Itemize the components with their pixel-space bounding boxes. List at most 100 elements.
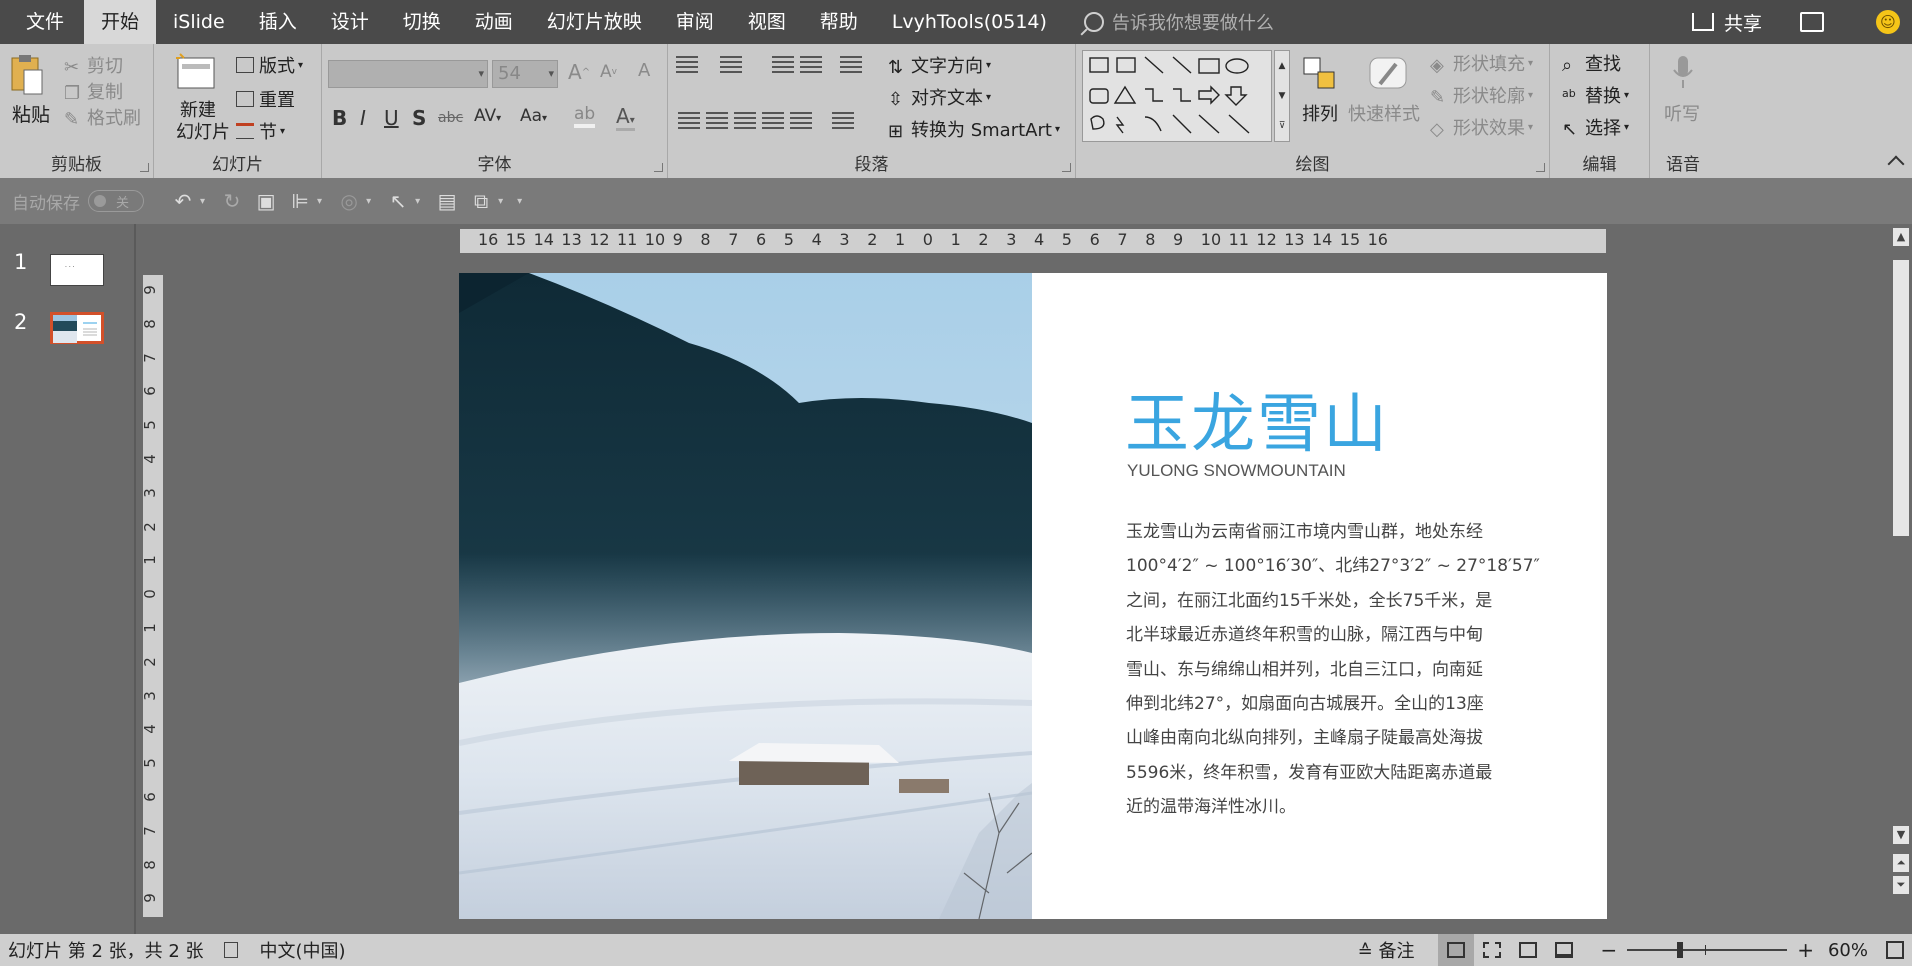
section-button[interactable]: 节 ▾ [236,118,285,144]
decrease-indent-icon[interactable] [772,56,794,74]
line-spacing-icon[interactable] [840,56,862,74]
collapse-ribbon-icon[interactable] [1887,155,1905,173]
strikethrough-button[interactable]: abc [438,110,463,126]
group-dropdown-icon[interactable]: ▾ [498,196,503,207]
arrange-button[interactable]: 排列 [1302,100,1338,126]
shadow-button[interactable]: S [412,106,426,130]
scroll-up-icon[interactable]: ▲ [1893,228,1909,246]
language-status[interactable]: 中文(中国) [260,937,346,963]
tab-4[interactable]: 设计 [314,0,386,44]
distributed-icon[interactable] [790,112,812,130]
paste-icon[interactable] [10,54,44,96]
reading-view-button[interactable] [1510,934,1546,966]
tab-5[interactable]: 切换 [386,0,458,44]
underline-button[interactable]: U [384,106,399,130]
normal-view-button[interactable] [1438,934,1475,966]
shape-effects-button[interactable]: ◇ 形状效果 ▾ [1430,114,1533,140]
vertical-scrollbar[interactable]: ▲ ▼ ⏶ ⏷ [1890,224,1912,934]
cut-button[interactable]: ✂ 剪切 [64,52,123,78]
text-direction-button[interactable]: ⇅ 文字方向 ▾ [888,52,991,78]
select-pointer-icon[interactable]: ↖ [387,190,409,212]
font-color-icon[interactable]: A▾ [616,104,635,131]
zoom-slider[interactable] [1627,942,1788,958]
comments-icon[interactable] [1800,12,1824,32]
shapes-gallery[interactable] [1082,50,1272,142]
tab-7[interactable]: 幻灯片放映 [530,0,659,44]
layout-button[interactable]: 版式 ▾ [236,52,303,78]
slide-thumbnail-1[interactable]: · · · [50,254,104,286]
zoom-in-icon[interactable]: + [1797,938,1814,962]
bullets-icon[interactable] [676,56,698,74]
slide-title[interactable]: 玉龙雪山 [1125,373,1389,465]
align-dropdown-icon[interactable]: ▾ [317,196,322,207]
slide-sorter-button[interactable] [1474,934,1510,966]
share-button[interactable]: 共享 [1691,9,1762,36]
slide-body-text[interactable]: 玉龙雪山为云南省丽江市境内雪山群，地处东经 100°4′2″ ~ 100°16′3… [1126,515,1542,825]
feedback-smiley-icon[interactable]: ☺ [1876,10,1900,34]
align-objects-icon[interactable]: ⊫ [289,190,311,212]
undo-dropdown-icon[interactable]: ▾ [200,196,205,207]
copy-button[interactable]: ❐ 复制 [64,78,123,104]
tab-10[interactable]: 帮助 [803,0,875,44]
tab-0[interactable]: 文件 [6,0,84,44]
microphone-icon[interactable] [1670,54,1696,90]
char-spacing-button[interactable]: AV▾ [474,106,501,126]
tab-6[interactable]: 动画 [458,0,530,44]
drawing-launcher-icon[interactable] [1536,163,1545,172]
redo-icon[interactable]: ↻ [221,190,243,212]
change-case-button[interactable]: Aa▾ [520,106,547,126]
convert-smartart-button[interactable]: ⊞ 转换为 SmartArt ▾ [888,116,1060,142]
zoom-out-icon[interactable]: − [1600,938,1617,962]
shapes-gallery-scroll[interactable]: ▲ ▼ ⊽ [1274,50,1290,142]
reset-button[interactable]: 重置 [236,86,295,112]
tab-11[interactable]: LvyhTools(0514) [875,0,1064,44]
paragraph-launcher-icon[interactable] [1062,163,1071,172]
replace-button[interactable]: ab 替换 ▾ [1562,82,1629,108]
autosave-switch[interactable]: 关 [88,190,144,212]
columns-icon[interactable] [832,112,854,130]
shape-combine-icon[interactable]: ◎ [338,190,360,212]
align-left-icon[interactable] [678,112,700,130]
align-center-icon[interactable] [706,112,728,130]
fit-to-window-icon[interactable] [1886,941,1904,959]
font-launcher-icon[interactable] [654,163,663,172]
zoom-slider-knob[interactable] [1677,942,1684,958]
tab-9[interactable]: 视图 [731,0,803,44]
dictate-button[interactable]: 听写 [1664,100,1700,126]
slide-photo-snow-mountain[interactable] [459,273,1032,919]
highlight-icon[interactable]: ab [574,104,596,128]
combine-dropdown-icon[interactable]: ▾ [366,196,371,207]
slideshow-button[interactable] [1546,934,1582,966]
italic-button[interactable]: I [360,106,366,130]
customize-qat-icon[interactable]: ▾ [517,196,522,207]
font-name-combo[interactable] [328,60,488,88]
clipboard-launcher-icon[interactable] [140,163,149,172]
slide-thumbnail-2[interactable] [50,312,104,344]
save-icon[interactable]: ▤ [436,190,458,212]
arrange-icon[interactable] [1300,54,1340,94]
tab-8[interactable]: 审阅 [659,0,731,44]
tab-2[interactable]: iSlide [156,0,242,44]
new-slide-icon[interactable] [174,52,218,92]
increase-indent-icon[interactable] [800,56,822,74]
bold-button[interactable]: B [332,106,347,130]
next-slide-icon[interactable]: ⏷ [1893,876,1909,894]
slide-canvas[interactable]: 玉龙雪山 YULONG SNOWMOUNTAIN 玉龙雪山为云南省丽江市境内雪山… [459,273,1607,919]
paste-button[interactable]: 粘贴 [12,100,50,127]
tell-me-search[interactable]: 告诉我你想要做什么 [1083,9,1274,35]
quick-styles-button[interactable]: 快速样式 [1348,100,1420,126]
align-text-button[interactable]: ⇳ 对齐文本 ▾ [888,84,991,110]
shrink-font-button[interactable]: Av [600,62,617,82]
shape-fill-button[interactable]: ◈ 形状填充 ▾ [1430,50,1533,76]
notes-button[interactable]: ≙ 备注 [1358,937,1415,963]
spelling-check-icon[interactable] [223,942,238,958]
autosave-toggle[interactable]: 自动保存 关 [12,189,144,214]
clear-format-icon[interactable]: A [638,60,650,81]
zoom-level[interactable]: 60% [1828,940,1868,961]
presentation-icon[interactable]: ▣ [255,190,277,212]
quick-styles-icon[interactable] [1366,54,1410,94]
format-painter-button[interactable]: ✎ 格式刷 [64,104,141,130]
group-objects-icon[interactable]: ⧉ [470,190,492,212]
select-button[interactable]: ↖ 选择 ▾ [1562,114,1629,140]
previous-slide-icon[interactable]: ⏶ [1893,854,1909,872]
